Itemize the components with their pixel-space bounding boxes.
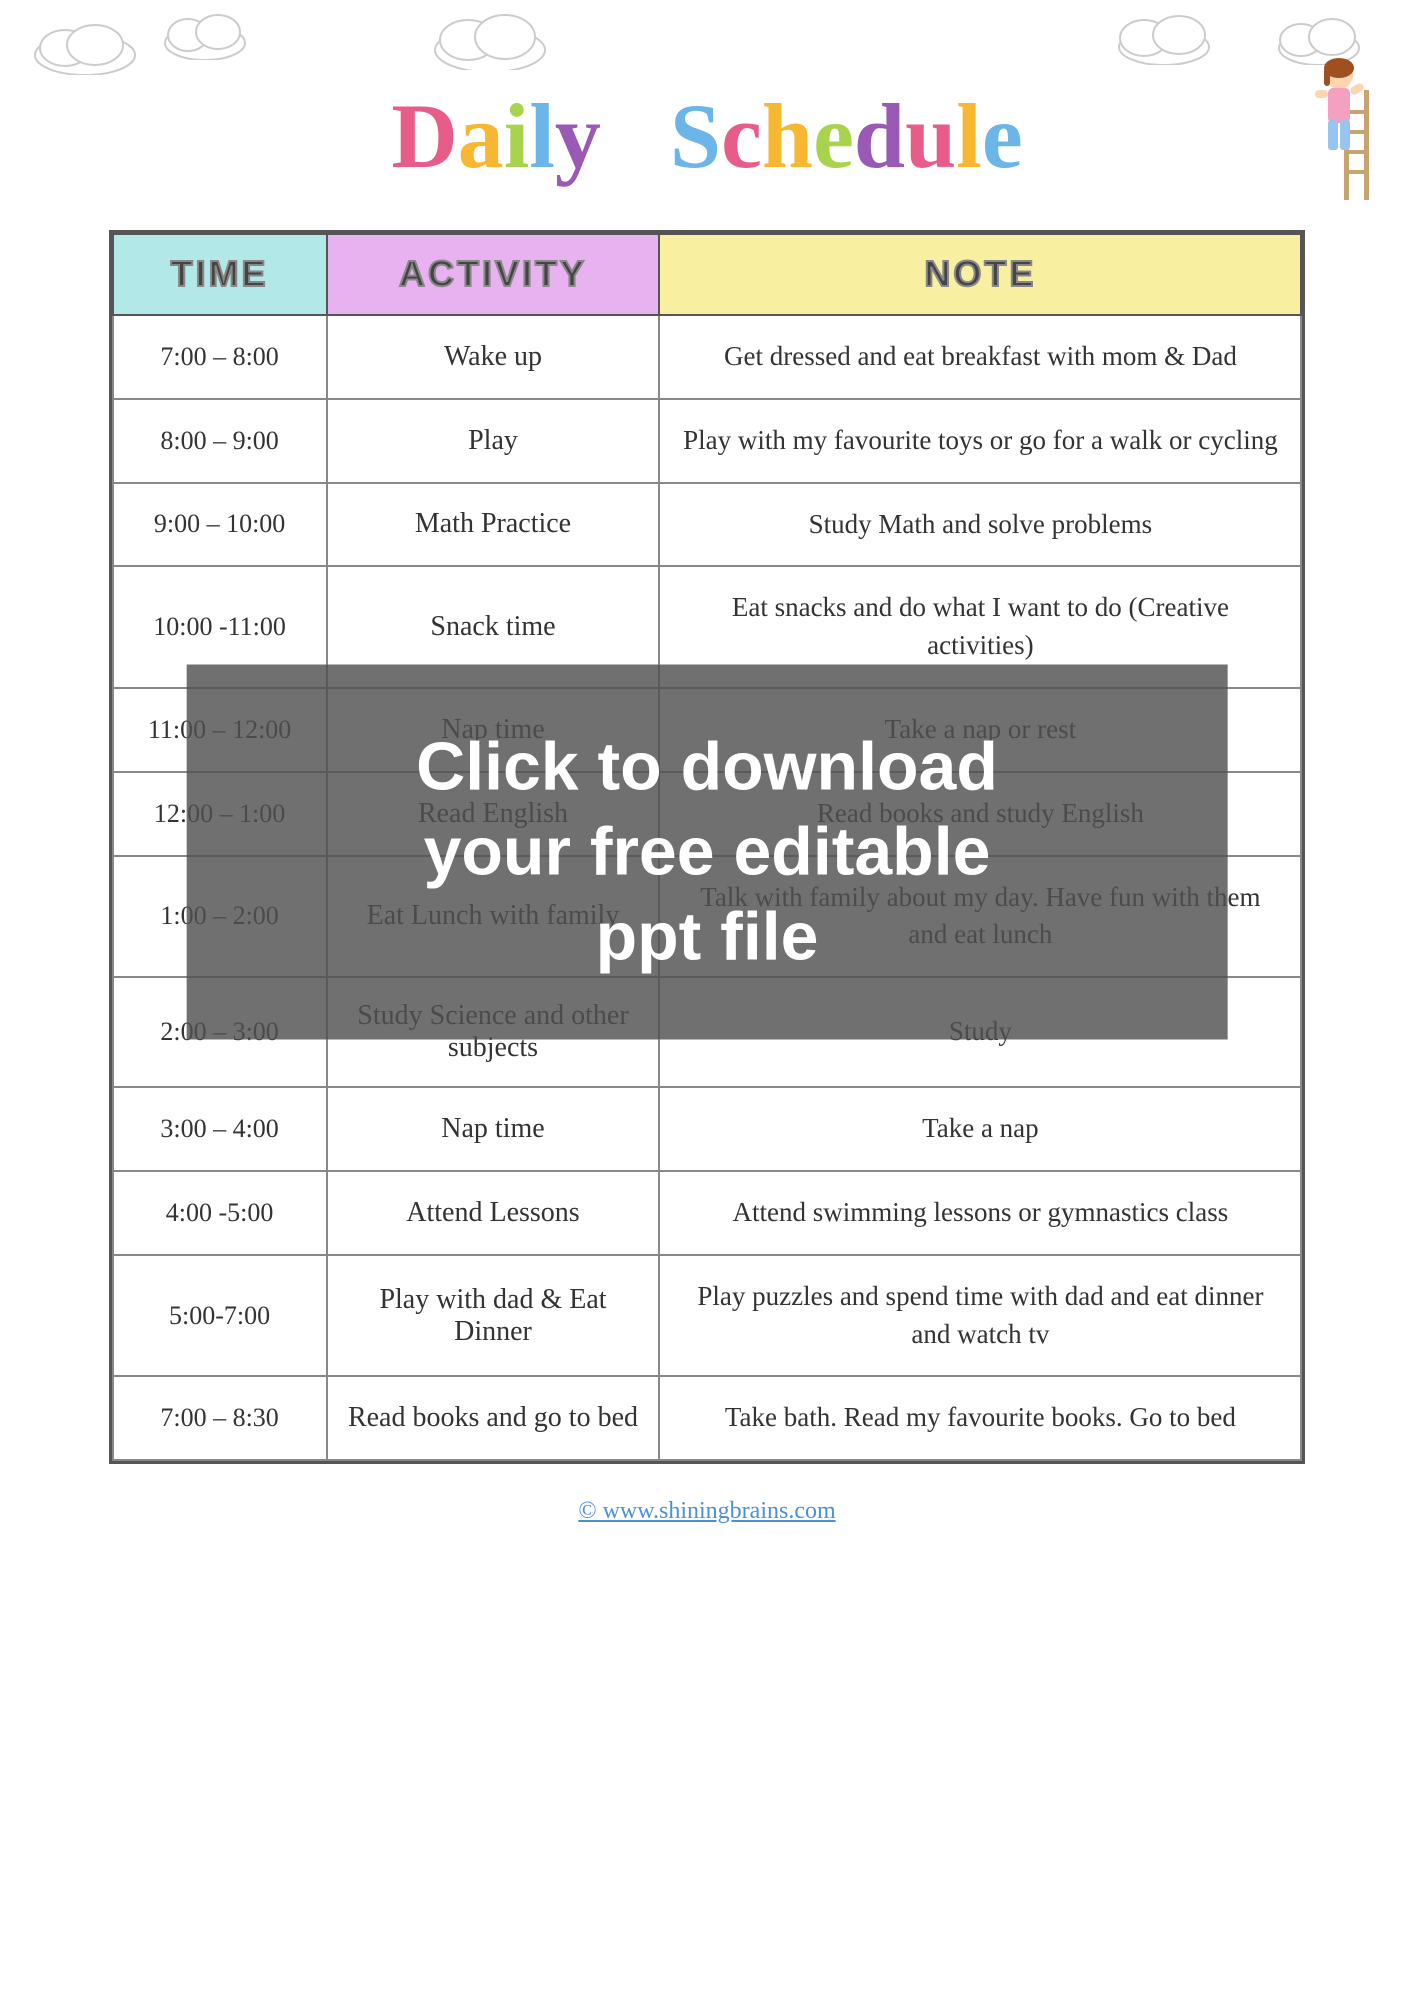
cell-time-7: 2:00 – 3:00 — [113, 977, 327, 1087]
table-row: 10:00 -11:00Snack timeEat snacks and do … — [113, 566, 1302, 688]
cell-note-9: Attend swimming lessons or gymnastics cl… — [659, 1171, 1301, 1255]
schedule-table: TIME ACTIVITY NOTE 7:00 – 8:00Wake upGet… — [112, 233, 1303, 1461]
header: Daily Schedule — [0, 0, 1414, 220]
cell-activity-6: Eat Lunch with family — [327, 856, 660, 978]
footer-link[interactable]: © www.shiningbrains.com — [578, 1498, 835, 1524]
cloud-icon-4 — [1114, 5, 1214, 65]
cell-time-5: 12:00 – 1:00 — [113, 772, 327, 856]
cell-activity-10: Play with dad & Eat Dinner — [327, 1255, 660, 1377]
cell-note-4: Take a nap or rest — [659, 688, 1301, 772]
cell-note-2: Study Math and solve problems — [659, 483, 1301, 567]
column-header-note: NOTE — [659, 234, 1301, 315]
cell-activity-1: Play — [327, 399, 660, 483]
table-row: 5:00-7:00Play with dad & Eat DinnerPlay … — [113, 1255, 1302, 1377]
cell-note-11: Take bath. Read my favourite books. Go t… — [659, 1376, 1301, 1460]
table-row: 12:00 – 1:00Read EnglishRead books and s… — [113, 772, 1302, 856]
cell-activity-11: Read books and go to bed — [327, 1376, 660, 1460]
cloud-icon-1 — [30, 10, 140, 75]
cell-activity-3: Snack time — [327, 566, 660, 688]
cell-time-1: 8:00 – 9:00 — [113, 399, 327, 483]
schedule-table-wrapper: TIME ACTIVITY NOTE 7:00 – 8:00Wake upGet… — [57, 220, 1358, 1484]
table-row: 4:00 -5:00Attend LessonsAttend swimming … — [113, 1171, 1302, 1255]
cell-note-5: Read books and study English — [659, 772, 1301, 856]
cell-time-11: 7:00 – 8:30 — [113, 1376, 327, 1460]
cell-time-8: 3:00 – 4:00 — [113, 1087, 327, 1171]
cell-activity-7: Study Science and other subjects — [327, 977, 660, 1087]
cell-time-9: 4:00 -5:00 — [113, 1171, 327, 1255]
cloud-icon-3 — [430, 0, 550, 70]
cell-note-10: Play puzzles and spend time with dad and… — [659, 1255, 1301, 1377]
table-row: 9:00 – 10:00Math PracticeStudy Math and … — [113, 483, 1302, 567]
cell-activity-0: Wake up — [327, 315, 660, 399]
cell-time-3: 10:00 -11:00 — [113, 566, 327, 688]
page: Daily Schedule — [0, 0, 1414, 2000]
column-header-time: TIME — [113, 234, 327, 315]
table-row: 7:00 – 8:30Read books and go to bedTake … — [113, 1376, 1302, 1460]
table-row: 3:00 – 4:00Nap timeTake a nap — [113, 1087, 1302, 1171]
cell-activity-8: Nap time — [327, 1087, 660, 1171]
cloud-icon-2 — [160, 5, 250, 60]
table-row: 7:00 – 8:00Wake upGet dressed and eat br… — [113, 315, 1302, 399]
table-row: 2:00 – 3:00Study Science and other subje… — [113, 977, 1302, 1087]
cell-activity-9: Attend Lessons — [327, 1171, 660, 1255]
cell-time-0: 7:00 – 8:00 — [113, 315, 327, 399]
table-row: 8:00 – 9:00PlayPlay with my favourite to… — [113, 399, 1302, 483]
table-row: 1:00 – 2:00Eat Lunch with familyTalk wit… — [113, 856, 1302, 978]
column-header-activity: ACTIVITY — [327, 234, 660, 315]
footer: © www.shiningbrains.com — [578, 1484, 835, 1535]
cell-activity-2: Math Practice — [327, 483, 660, 567]
cell-time-2: 9:00 – 10:00 — [113, 483, 327, 567]
cell-activity-5: Read English — [327, 772, 660, 856]
cell-time-10: 5:00-7:00 — [113, 1255, 327, 1377]
cell-time-6: 1:00 – 2:00 — [113, 856, 327, 978]
cell-note-3: Eat snacks and do what I want to do (Cre… — [659, 566, 1301, 688]
cell-time-4: 11:00 – 12:00 — [113, 688, 327, 772]
cell-note-7: Study — [659, 977, 1301, 1087]
schedule-table-container: TIME ACTIVITY NOTE 7:00 – 8:00Wake upGet… — [109, 230, 1306, 1464]
table-row: 11:00 – 12:00Nap timeTake a nap or rest — [113, 688, 1302, 772]
cell-note-8: Take a nap — [659, 1087, 1301, 1171]
cell-note-0: Get dressed and eat breakfast with mom &… — [659, 315, 1301, 399]
page-title: Daily Schedule — [20, 90, 1394, 182]
cell-note-6: Talk with family about my day. Have fun … — [659, 856, 1301, 978]
cell-activity-4: Nap time — [327, 688, 660, 772]
cell-note-1: Play with my favourite toys or go for a … — [659, 399, 1301, 483]
girl-illustration — [1284, 30, 1384, 200]
